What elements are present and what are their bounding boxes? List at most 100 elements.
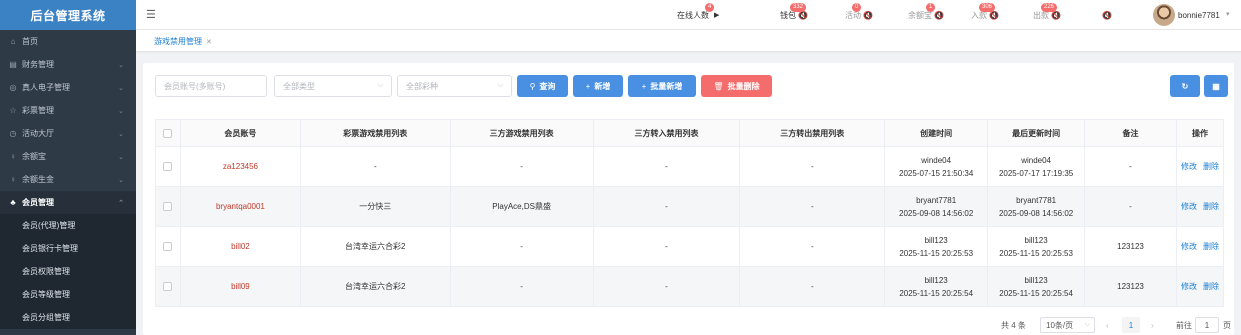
columns-button[interactable]: ▦ [1204,75,1228,97]
sidebar-subitem[interactable]: 会员权限管理 [0,260,136,283]
sidebar-menu: ⌂ 首页 ▤ 财务管理 ⌄ ◎ 真人电子管理 ⌄ ☆ 彩票管理 ⌄ ◷ 活动大厅 ⌄ ♀ 余额宝 ⌄ ♀ 余额生金 ⌄… [0,30,136,329]
sidebar-item-activity[interactable]: ◷ 活动大厅 ⌄ [0,122,136,145]
account-cell-text[interactable]: bill02 [231,242,250,251]
type-select[interactable]: 全部类型 ⌵ [274,75,392,97]
type-placeholder: 全部类型 [283,81,315,91]
sidebar-item-live-casino[interactable]: ◎ 真人电子管理 ⌄ [0,76,136,99]
online-count-item[interactable]: 在线人数 4 ▶ [677,0,719,30]
select-all-cell [155,119,181,147]
query-button[interactable]: ⚲ 查询 [517,75,568,97]
account-cell-text[interactable]: za123456 [223,162,258,171]
sidebar-item-balance-treasure[interactable]: ♀ 余额宝 ⌄ [0,145,136,168]
online-badge: 4 [705,3,715,12]
updated-cell: bill123 2025-11-15 20:25:53 [987,226,1086,267]
lottery-select[interactable]: 全部彩种 ⌵ [397,75,512,97]
sidebar-subitem[interactable]: 会员(代理)管理 [0,214,136,237]
sidebar-subitem[interactable]: 会员等级管理 [0,283,136,306]
remark-cell-text: - [1129,162,1132,171]
chevron-down-icon[interactable]: ▾ [1226,10,1230,18]
delete-link[interactable]: 删除 [1203,242,1219,251]
row-checkbox[interactable] [163,242,173,252]
prev-page-icon[interactable]: ‹ [1106,317,1109,333]
lottery-ban-cell-text: - [373,162,377,171]
sidebar-subitem[interactable]: 会员银行卡管理 [0,237,136,260]
col-actions: 操作 [1176,119,1225,147]
col-created-time[interactable]: 创建时间 [884,119,989,147]
page-size-select[interactable]: 10条/页 ⌵ [1040,317,1095,333]
col-updated-time[interactable]: 最后更新时间 [987,119,1086,147]
withdraw-item[interactable]: 出款 226 🔇 [1033,0,1061,30]
row-checkbox[interactable] [163,282,173,292]
sidebar-item-finance[interactable]: ▤ 财务管理 ⌄ [0,53,136,76]
sidebar-item-member[interactable]: ♣ 会员管理 ⌃ [0,191,136,214]
pagination: 共 4 条 10条/页 ⌵ ‹ 1 › 前往 1 页 [143,317,1234,333]
activity-item[interactable]: 活动 0 🔇 [845,0,873,30]
delete-link[interactable]: 删除 [1203,202,1219,211]
updated-cell-user: bryant7781 [1016,195,1057,205]
chevron-down-icon: ⌄ [118,84,124,92]
account-cell-text[interactable]: bill09 [231,282,250,291]
mute-icon[interactable]: 🔇 [934,11,944,20]
delete-link[interactable]: 删除 [1203,162,1219,171]
third-in-ban-cell-text: - [665,242,668,251]
sidebar-item-label: 彩票管理 [22,106,54,115]
current-page[interactable]: 1 [1122,317,1140,333]
delete-link[interactable]: 删除 [1203,282,1219,291]
sidebar-subitem[interactable]: 会员分组管理 [0,306,136,329]
menu-toggle-icon[interactable]: ☰ [146,8,156,21]
data-table: 会员账号 彩票游戏禁用列表 三方游戏禁用列表 三方转入禁用列表 三方转出禁用列表… [155,119,1225,307]
edit-link[interactable]: 修改 [1181,282,1197,291]
third-in-ban-cell: - [593,186,741,227]
sidebar-item-balance-interest[interactable]: ♀ 余额生金 ⌄ [0,168,136,191]
avatar[interactable] [1153,4,1175,26]
col-lottery-ban: 彩票游戏禁用列表 [300,119,451,147]
row-checkbox[interactable] [163,202,173,212]
app-logo-title[interactable]: 后台管理系统 [0,0,136,30]
sidebar-item-lottery[interactable]: ☆ 彩票管理 ⌄ [0,99,136,122]
remark-cell: - [1084,146,1177,187]
mute-icon[interactable]: 🔇 [863,11,873,20]
account-input[interactable]: 会员账号(多账号) [155,75,267,97]
col-remark: 备注 [1084,119,1177,147]
edit-link[interactable]: 修改 [1181,242,1197,251]
account-cell: bryantqa0001 [180,186,301,227]
add-label: 新增 [594,81,611,91]
deposit-item[interactable]: 入款 306 🔇 [971,0,999,30]
select-all-checkbox[interactable] [163,128,173,138]
actions-cell: 修改 删除 [1176,226,1225,267]
created-cell-user: winde04 [921,155,952,165]
lottery-ban-cell-text: 台湾幸运六合彩2 [345,242,406,251]
add-button[interactable]: + 新增 [573,75,623,97]
lottery-ban-cell: 台湾幸运六合彩2 [300,266,451,307]
username[interactable]: bonnie7781 [1178,0,1220,30]
refresh-button[interactable]: ↻ [1170,75,1200,97]
batch-add-button[interactable]: + 批量新增 [628,75,696,97]
edit-link[interactable]: 修改 [1181,202,1197,211]
yuebao-item[interactable]: 余额宝 1 🔇 [908,0,944,30]
col-third-game-ban: 三方游戏禁用列表 [450,119,594,147]
row-checkbox[interactable] [163,162,173,172]
edit-link[interactable]: 修改 [1181,162,1197,171]
batch-delete-button[interactable]: 🗑 批量删除 [701,75,772,97]
sound-item[interactable]: 🔇 [1100,0,1112,30]
table-row: bryantqa0001 一分快三 PlayAce,DS鼎盛 - - bryant7781… [155,186,1225,227]
account-cell: za123456 [180,146,301,187]
sidebar-item-label: 财务管理 [22,60,54,69]
remark-cell-text: - [1129,202,1132,211]
created-cell-time: 2025-09-08 14:56:02 [899,208,974,218]
deposit-badge: 306 [979,3,996,12]
created-cell: winde04 2025-07-15 21:50:34 [884,146,989,187]
mute-icon[interactable]: 🔇 [1102,11,1112,20]
updated-cell: bryant7781 2025-09-08 14:56:02 [987,186,1086,227]
sidebar-item-home[interactable]: ⌂ 首页 [0,30,136,53]
chevron-down-icon: ⌄ [118,176,124,184]
actions-cell: 修改 删除 [1176,186,1225,227]
account-cell-text[interactable]: bryantqa0001 [216,202,265,211]
col-account[interactable]: 会员账号 [180,119,301,147]
close-icon[interactable]: ✕ [206,39,212,46]
wallet-item[interactable]: 钱包 332 🔇 [780,0,808,30]
goto-input[interactable]: 1 [1195,317,1219,333]
next-page-icon[interactable]: › [1151,317,1154,333]
sidebar: 后台管理系统 ⌂ 首页 ▤ 财务管理 ⌄ ◎ 真人电子管理 ⌄ ☆ 彩票管理 ⌄ ◷ 活动大厅 ⌄ ♀ 余额宝… [0,0,136,335]
tab-game-ban[interactable]: 游戏禁用管理 ✕ [154,36,212,47]
